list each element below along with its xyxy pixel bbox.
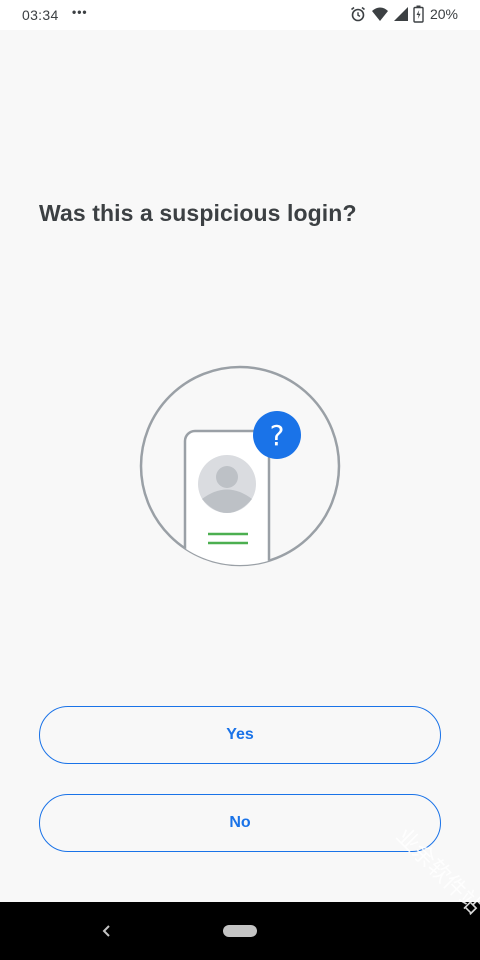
status-bar: 03:34 ••• 20% <box>0 0 480 30</box>
phone-question-illustration: ? <box>138 364 342 568</box>
cellular-signal-icon <box>393 5 409 23</box>
battery-percentage: 20% <box>429 6 458 22</box>
navigation-bar: 业余软件站 <box>0 824 480 960</box>
battery-icon <box>413 5 424 23</box>
home-pill-icon[interactable] <box>223 925 257 937</box>
yes-button[interactable]: Yes <box>39 706 441 764</box>
wifi-icon <box>371 5 389 23</box>
back-icon[interactable] <box>98 922 116 940</box>
page-title: Was this a suspicious login? <box>39 200 357 226</box>
main-content: Was this a suspicious login? ? Yes No <box>0 30 480 902</box>
no-button[interactable]: No <box>39 794 441 852</box>
status-time: 03:34 <box>22 7 59 23</box>
status-icons: 20% <box>349 5 458 23</box>
question-badge-icon: ? <box>253 411 301 459</box>
svg-text:?: ? <box>270 419 285 452</box>
notification-dots: ••• <box>72 5 88 19</box>
alarm-icon <box>349 5 367 23</box>
